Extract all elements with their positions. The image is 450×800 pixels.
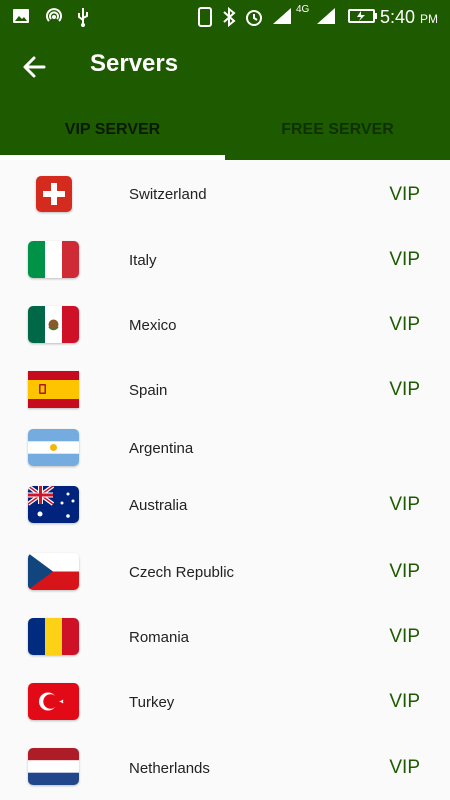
server-name: Mexico: [129, 317, 177, 334]
battery-icon: [348, 9, 377, 23]
vip-badge: VIP: [389, 379, 420, 400]
server-name: Switzerland: [129, 186, 207, 203]
argentina-flag-icon: [28, 429, 79, 466]
vip-badge: VIP: [389, 691, 420, 712]
phone-icon: [198, 7, 212, 27]
server-name: Turkey: [129, 694, 175, 711]
server-name: Argentina: [129, 440, 194, 457]
server-name: Australia: [129, 497, 188, 514]
bluetooth-icon: [223, 7, 236, 27]
czech-republic-flag-icon: [28, 553, 79, 590]
romania-flag-icon: [28, 618, 79, 655]
wifi-hotspot-icon: [46, 8, 62, 22]
server-row-mexico[interactable]: Mexico VIP: [0, 292, 450, 356]
server-row-italy[interactable]: Italy VIP: [0, 227, 450, 291]
spain-flag-icon: [28, 371, 79, 408]
signal-icon: [273, 8, 291, 24]
tab-bar: VIP SERVER FREE SERVER: [0, 100, 450, 160]
clock-time: 5:40: [379, 7, 415, 27]
server-row-netherlands[interactable]: Netherlands VIP: [0, 734, 450, 798]
server-row-romania[interactable]: Romania VIP: [0, 604, 450, 668]
vip-badge: VIP: [389, 249, 420, 270]
vip-badge: VIP: [389, 561, 420, 582]
image-icon: [13, 9, 29, 23]
italy-flag-icon: [28, 241, 79, 278]
vip-badge: VIP: [389, 494, 420, 515]
server-name: Czech Republic: [129, 564, 235, 581]
tab-free-server[interactable]: FREE SERVER: [225, 100, 450, 160]
server-name: Italy: [129, 252, 157, 269]
vip-badge: VIP: [389, 626, 420, 647]
server-row-australia[interactable]: Australia VIP: [0, 474, 450, 538]
australia-flag-icon: [28, 486, 79, 523]
netherlands-flag-icon: [28, 748, 79, 785]
clock-ampm: PM: [420, 12, 438, 26]
vip-badge: VIP: [389, 757, 420, 778]
network-type: 4G: [296, 4, 310, 15]
server-row-turkey[interactable]: Turkey VIP: [0, 669, 450, 733]
mexico-flag-icon: [28, 306, 79, 343]
vip-badge: VIP: [389, 184, 420, 205]
alarm-icon: [246, 10, 262, 26]
page-title: Servers: [90, 50, 179, 77]
clock: 5:40 PM: [380, 7, 438, 28]
server-name: Netherlands: [129, 760, 210, 777]
server-row-czech-republic[interactable]: Czech Republic VIP: [0, 539, 450, 603]
tab-vip-server[interactable]: VIP SERVER: [0, 100, 225, 160]
turkey-flag-icon: [28, 683, 79, 720]
app-bar: Servers: [0, 32, 450, 100]
server-name: Spain: [129, 382, 168, 399]
vip-badge: VIP: [389, 314, 420, 335]
status-bar: 4G 5:40 PM: [0, 0, 450, 32]
server-list: Switzerland VIP Italy VIP Mexico VIP Spa…: [0, 160, 450, 800]
switzerland-flag-icon: [36, 176, 72, 212]
server-row-switzerland[interactable]: Switzerland VIP: [0, 162, 450, 226]
server-row-spain[interactable]: Spain VIP: [0, 357, 450, 421]
usb-icon: [78, 8, 88, 27]
arrow-left-icon: [23, 56, 46, 78]
signal-icon-2: [317, 8, 335, 24]
back-button[interactable]: [20, 52, 50, 82]
server-name: Romania: [129, 629, 190, 646]
server-row-argentina[interactable]: Argentina: [0, 422, 450, 472]
